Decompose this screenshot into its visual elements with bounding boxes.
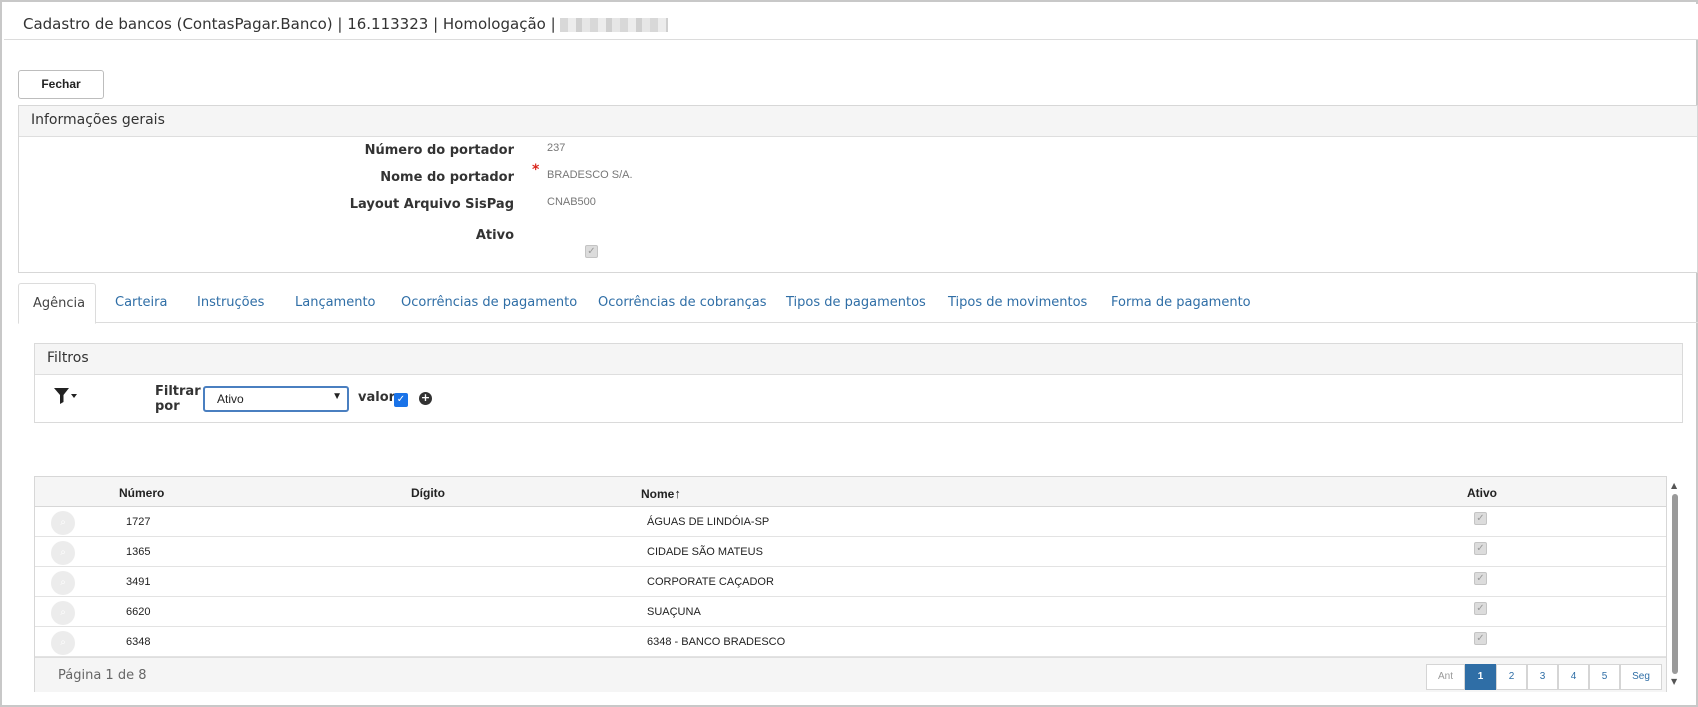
- scroll-up-icon[interactable]: ▲: [1671, 481, 1677, 490]
- table-row[interactable]: ⌕ 3491 CORPORATE CAÇADOR ✓: [35, 567, 1666, 597]
- cell-numero: 1365: [126, 546, 151, 558]
- view-record-icon[interactable]: ⌕: [51, 631, 75, 655]
- column-header-digito[interactable]: Dígito: [411, 486, 445, 500]
- cell-ativo-checkbox: ✓: [1474, 602, 1487, 615]
- chevron-down-icon: ▼: [332, 391, 342, 402]
- sort-ascending-icon: ↑: [674, 486, 681, 501]
- cell-nome: SUAÇUNA: [647, 606, 701, 618]
- filters-header: Filtros: [35, 344, 1682, 375]
- cell-nome: CORPORATE CAÇADOR: [647, 576, 774, 588]
- window-title-bar: Cadastro de bancos (ContasPagar.Banco) |…: [4, 4, 1698, 40]
- column-header-ativo[interactable]: Ativo: [1467, 486, 1497, 500]
- tab-tipos-movimentos[interactable]: Tipos de movimentos: [948, 283, 1087, 323]
- nome-portador-value: BRADESCO S/A.: [547, 169, 633, 181]
- table-row[interactable]: ⌕ 1727 ÁGUAS DE LINDÓIA-SP ✓: [35, 507, 1666, 537]
- scroll-down-icon[interactable]: ▼: [1671, 677, 1677, 686]
- cell-numero: 6620: [126, 606, 151, 618]
- numero-portador-value: 237: [547, 142, 566, 154]
- required-indicator: *: [532, 162, 540, 178]
- grid-vertical-scrollbar[interactable]: ▲ ▼: [1670, 481, 1680, 687]
- cell-ativo-checkbox: ✓: [1474, 542, 1487, 555]
- page-button-5[interactable]: 5: [1589, 664, 1620, 690]
- filter-field-selected: Ativo: [217, 392, 244, 406]
- page-button-4[interactable]: 4: [1558, 664, 1589, 690]
- cell-numero: 1727: [126, 516, 151, 528]
- column-header-nome-label: Nome: [641, 487, 675, 501]
- view-record-icon[interactable]: ⌕: [51, 511, 75, 535]
- cell-numero: 3491: [126, 576, 151, 588]
- tab-agencia[interactable]: Agência: [18, 283, 96, 324]
- layout-sispag-value: CNAB500: [547, 196, 596, 208]
- tab-instrucoes[interactable]: Instruções: [197, 283, 264, 323]
- page-button-1[interactable]: 1: [1465, 664, 1496, 690]
- filter-field-select[interactable]: Ativo ▼: [203, 386, 349, 412]
- tab-tipos-pagamentos[interactable]: Tipos de pagamentos: [786, 283, 926, 323]
- filters-panel: Filtros Filtrar por Ativo ▼ valor ✓ +: [34, 343, 1683, 423]
- filter-funnel-icon[interactable]: [53, 387, 79, 409]
- cell-ativo-checkbox: ✓: [1474, 512, 1487, 525]
- cell-nome: 6348 - BANCO BRADESCO: [647, 636, 786, 648]
- page-button-2[interactable]: 2: [1496, 664, 1527, 690]
- cell-ativo-checkbox: ✓: [1474, 632, 1487, 645]
- cell-nome: ÁGUAS DE LINDÓIA-SP: [647, 516, 770, 528]
- tab-lancamento[interactable]: Lançamento: [295, 283, 376, 323]
- column-header-nome[interactable]: Nome↑: [641, 486, 681, 501]
- tab-ocorrencias-cobrancas[interactable]: Ocorrências de cobranças: [598, 283, 767, 323]
- table-row[interactable]: ⌕ 6620 SUAÇUNA ✓: [35, 597, 1666, 627]
- cell-nome: CIDADE SÃO MATEUS: [647, 546, 763, 558]
- view-record-icon[interactable]: ⌕: [51, 541, 75, 565]
- cell-ativo-checkbox: ✓: [1474, 572, 1487, 585]
- numero-portador-label: Número do portador: [364, 143, 514, 158]
- cell-numero: 6348: [126, 636, 151, 648]
- agencias-grid: Número Dígito Nome↑ Ativo ⌕ 1727 ÁGUAS D…: [34, 476, 1667, 692]
- layout-sispag-label: Layout Arquivo SisPag: [349, 197, 514, 212]
- prev-page-button[interactable]: Ant: [1426, 664, 1465, 690]
- scroll-thumb[interactable]: [1672, 494, 1678, 674]
- grid-header: Número Dígito Nome↑ Ativo: [35, 477, 1666, 507]
- filter-value-checkbox[interactable]: ✓: [394, 393, 408, 407]
- pagination-bar: Página 1 de 8 Ant 1 2 3 4 5 Seg: [35, 657, 1666, 692]
- column-header-numero[interactable]: Número: [119, 486, 164, 500]
- view-record-icon[interactable]: ⌕: [51, 571, 75, 595]
- general-info-header: Informações gerais: [19, 106, 1697, 137]
- window-title: Cadastro de bancos (ContasPagar.Banco) |…: [23, 15, 556, 33]
- add-filter-icon[interactable]: +: [419, 392, 432, 405]
- ativo-label: Ativo: [475, 228, 514, 243]
- filter-value-label: valor: [358, 390, 396, 405]
- page-button-3[interactable]: 3: [1527, 664, 1558, 690]
- tab-ocorrencias-pagamento[interactable]: Ocorrências de pagamento: [401, 283, 577, 323]
- detail-tabs: Agência Carteira Instruções Lançamento O…: [18, 283, 1698, 324]
- table-row[interactable]: ⌕ 1365 CIDADE SÃO MATEUS ✓: [35, 537, 1666, 567]
- page-info: Página 1 de 8: [58, 668, 147, 683]
- nome-portador-label: Nome do portador: [380, 170, 514, 185]
- next-page-button[interactable]: Seg: [1620, 664, 1662, 690]
- tab-forma-pagamento[interactable]: Forma de pagamento: [1111, 283, 1251, 323]
- table-row[interactable]: ⌕ 6348 6348 - BANCO BRADESCO ✓: [35, 627, 1666, 657]
- tab-carteira[interactable]: Carteira: [115, 283, 167, 323]
- general-info-panel: Informações gerais Número do portador 23…: [18, 105, 1698, 273]
- view-record-icon[interactable]: ⌕: [51, 601, 75, 625]
- filter-by-label: Filtrar por: [155, 384, 201, 414]
- app-window: Cadastro de bancos (ContasPagar.Banco) |…: [0, 0, 1698, 707]
- close-button[interactable]: Fechar: [18, 70, 104, 99]
- redacted-user-info: [559, 17, 668, 32]
- ativo-checkbox: ✓: [585, 245, 598, 258]
